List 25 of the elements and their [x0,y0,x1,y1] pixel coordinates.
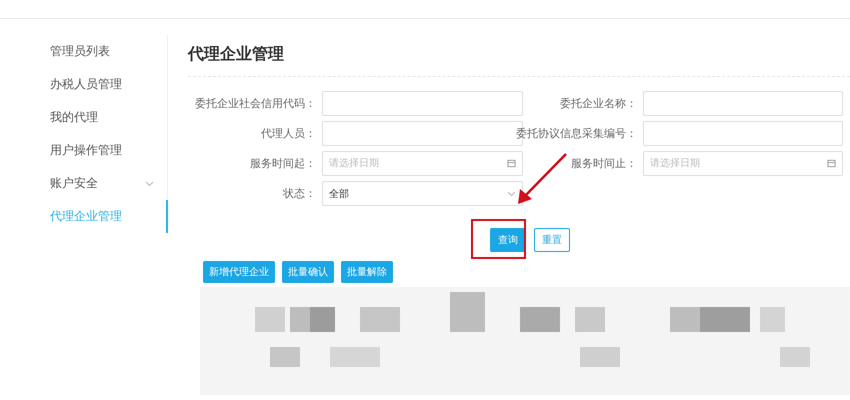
sidebar-item[interactable]: 我的代理 [0,101,168,134]
field-label: 委托协议信息采集编号： [516,126,637,141]
chevron-down-icon [145,180,154,186]
sidebar-item[interactable]: 账户安全 [0,167,168,200]
field-label: 状态： [283,186,316,201]
sidebar-item[interactable]: 用户操作管理 [0,134,168,167]
date-field[interactable]: 请选择日期 [643,151,843,176]
sidebar-item[interactable]: 管理员列表 [0,35,168,68]
field-label: 委托企业名称： [560,96,637,111]
date-field[interactable]: 请选择日期 [322,151,523,176]
caret-icon [507,190,516,196]
input-field[interactable] [643,121,843,146]
date-input[interactable]: 请选择日期 [329,158,479,169]
field-label: 服务时间止： [571,156,637,171]
input-field[interactable] [643,91,843,116]
status-select[interactable]: 全部 [322,181,523,206]
field-label: 代理人员： [261,126,316,141]
date-input[interactable]: 请选择日期 [650,158,800,169]
field-label: 委托企业社会信用代码： [195,96,316,111]
calendar-icon [827,159,836,168]
input-field[interactable] [322,91,523,116]
field-label: 服务时间起： [250,156,316,171]
page-title: 代理企业管理 [188,43,284,65]
sidebar-item[interactable]: 办税人员管理 [0,68,168,101]
calendar-icon [507,159,516,168]
